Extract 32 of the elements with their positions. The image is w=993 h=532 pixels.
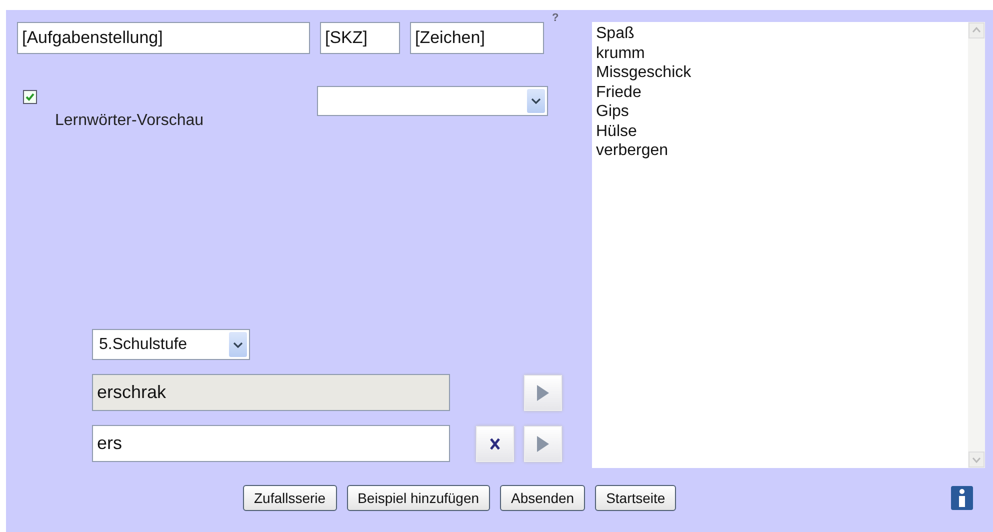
play-icon (536, 434, 550, 452)
checkbox-label: Lernwörter-Vorschau (55, 112, 204, 130)
word-list-item: Hülse (596, 122, 638, 141)
form-button[interactable]: Absenden (500, 485, 586, 511)
word-list-item: krumm (596, 44, 646, 63)
dropdown[interactable] (317, 86, 548, 116)
x-icon (488, 436, 502, 450)
input-field[interactable]: [SKZ] (320, 22, 400, 54)
answer-field[interactable]: ers (92, 425, 450, 462)
word-list-item: Friede (596, 82, 642, 102)
caret-icon (233, 342, 243, 348)
play-button[interactable] (524, 426, 562, 462)
play-icon (536, 384, 550, 402)
scroll-down-icon[interactable] (968, 451, 985, 468)
form-button[interactable]: Startseite (595, 485, 676, 511)
clear-button[interactable] (476, 426, 514, 462)
checkbox[interactable] (23, 90, 37, 104)
solution-field: erschrak (92, 374, 450, 411)
word-list-item: verbergen (596, 141, 670, 160)
grade-dropdown[interactable]: 5.Schulstufe (92, 329, 250, 360)
info-icon[interactable] (951, 486, 973, 510)
help-link[interactable]: ? (552, 12, 559, 24)
play-button[interactable] (524, 374, 562, 410)
word-list-item: Gips (596, 102, 630, 122)
scroll-up-icon[interactable] (968, 22, 985, 39)
word-list-item: Missgeschick (596, 63, 692, 82)
form-button[interactable]: Beispiel hinzufügen (346, 485, 490, 511)
caret-icon (531, 98, 541, 104)
word-list-item: Spaß (596, 24, 636, 44)
input-field[interactable]: [Zeichen] (410, 22, 544, 54)
input-field[interactable]: [Aufgabenstellung] (17, 22, 310, 54)
form-button[interactable]: Zufallsserie (243, 485, 337, 511)
